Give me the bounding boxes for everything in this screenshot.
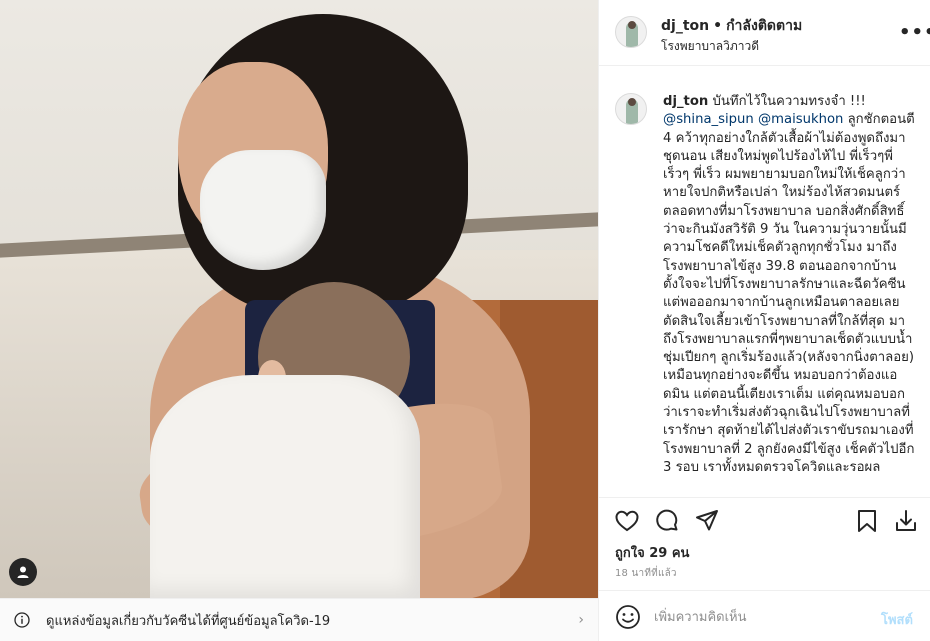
post-comment-button[interactable]: โพสต์: [881, 609, 913, 630]
post-actions: ถูกใจ 29 คน 18 นาทีที่แล้ว โพสต์: [599, 497, 930, 641]
instagram-post-modal: ดูแหล่งข้อมูลเกี่ยวกับวัคซีนได้ที่ศูนย์ข…: [0, 0, 930, 641]
post-location[interactable]: โรงพยาบาลวิภาวดี: [661, 37, 759, 56]
user-tag-icon[interactable]: [9, 558, 37, 586]
user-tag-glyph: [17, 566, 29, 578]
comment-icon[interactable]: [654, 508, 680, 534]
caption-username[interactable]: dj_ton: [663, 94, 708, 109]
caption-author-avatar[interactable]: [615, 93, 647, 125]
info-icon: [14, 612, 30, 628]
vaccine-banner-text: ดูแหล่งข้อมูลเกี่ยวกับวัคซีนได้ที่ศูนย์ข…: [46, 613, 331, 629]
download-icon[interactable]: [893, 508, 919, 534]
caption-area: dj_ton บันทึกไว้ในความทรงจำ !!! @shina_s…: [599, 67, 930, 497]
post-timestamp[interactable]: 18 นาทีที่แล้ว: [615, 566, 677, 581]
chevron-right-icon: ›: [578, 612, 584, 628]
add-comment-row: โพสต์: [599, 590, 930, 641]
following-button[interactable]: กำลังติดตาม: [726, 18, 802, 34]
mention-link[interactable]: @maisukhon: [758, 112, 843, 127]
avatar-figure: [626, 21, 638, 47]
caption-body: ลูกชักตอนตี 4 คว้าทุกอย่างใกล้ตัวเสื้อผ้…: [663, 112, 915, 475]
author-line: dj_ton • กำลังติดตาม: [661, 15, 802, 37]
header-separator: •: [713, 18, 723, 34]
post-photo[interactable]: [0, 0, 598, 598]
post-header: dj_ton•กำลังติดตาม โรงพยาบาลวิภาวดี •••: [599, 0, 930, 66]
photo-face-mask: [200, 150, 326, 270]
paper-plane-icon[interactable]: [694, 508, 720, 534]
likes-count[interactable]: ถูกใจ 29 คน: [615, 542, 689, 563]
caption-intro: บันทึกไว้ในความทรงจำ !!!: [708, 94, 866, 109]
caption-text: dj_ton บันทึกไว้ในความทรงจำ !!! @shina_s…: [663, 93, 915, 477]
vaccine-info-banner[interactable]: ดูแหล่งข้อมูลเกี่ยวกับวัคซีนได้ที่ศูนย์ข…: [0, 598, 598, 641]
post-sidebar: dj_ton•กำลังติดตาม โรงพยาบาลวิภาวดี ••• …: [598, 0, 930, 641]
author-avatar[interactable]: [615, 16, 647, 48]
heart-icon[interactable]: [614, 508, 640, 534]
mention-link[interactable]: @shina_sipun: [663, 112, 754, 127]
photo-towel: [150, 375, 420, 598]
smiley-icon[interactable]: [615, 604, 641, 630]
comment-input[interactable]: [654, 605, 864, 629]
more-options-icon[interactable]: •••: [899, 22, 930, 43]
avatar-figure: [626, 98, 638, 124]
author-username[interactable]: dj_ton: [661, 18, 709, 34]
bookmark-icon[interactable]: [854, 508, 880, 534]
